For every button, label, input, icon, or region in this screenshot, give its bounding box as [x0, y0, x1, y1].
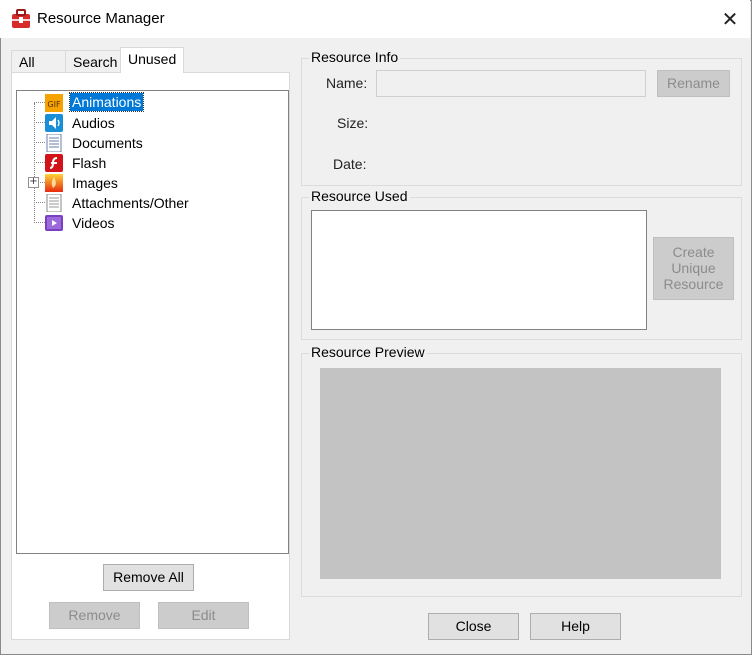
tree-connector — [34, 162, 45, 163]
tree-connector — [34, 103, 35, 223]
remove-button[interactable]: Remove — [49, 602, 140, 629]
tree-item-documents[interactable]: Documents — [45, 133, 265, 153]
tree-connector — [34, 202, 45, 203]
name-field[interactable] — [376, 70, 646, 97]
video-icon — [45, 215, 63, 231]
tree-item-label: Flash — [72, 155, 107, 171]
tree-connector — [34, 142, 45, 143]
tree-connector — [34, 122, 45, 123]
date-label: Date: — [333, 156, 367, 172]
attachment-icon — [46, 194, 62, 212]
resource-info-title: Resource Info — [309, 49, 401, 65]
flash-icon — [45, 154, 63, 172]
tree-item-label: Documents — [72, 135, 143, 151]
tree-item-label: Attachments/Other — [72, 195, 189, 211]
resource-preview-title: Resource Preview — [309, 344, 427, 360]
tree-connector — [34, 222, 45, 223]
create-button-line: Resource — [663, 276, 724, 292]
name-label: Name: — [326, 75, 368, 91]
size-label: Size: — [337, 115, 369, 131]
close-button[interactable]: Close — [428, 613, 519, 640]
resource-used-list[interactable] — [311, 210, 647, 330]
create-button-line: Create — [672, 244, 715, 260]
create-unique-resource-button[interactable]: Create Unique Resource — [653, 237, 734, 300]
edit-button[interactable]: Edit — [158, 602, 249, 629]
remove-all-button[interactable]: Remove All — [103, 564, 194, 591]
toolbox-icon — [12, 9, 30, 28]
document-icon — [46, 134, 62, 152]
image-icon — [45, 174, 63, 192]
help-button[interactable]: Help — [530, 613, 621, 640]
tree-item-label: Animations — [68, 92, 145, 112]
tree-item-videos[interactable]: Videos — [45, 213, 265, 233]
tab-unused[interactable]: Unused — [120, 47, 184, 73]
window-title: Resource Manager — [37, 10, 165, 27]
tree-item-label: Images — [72, 175, 118, 191]
tree-connector — [38, 182, 45, 183]
tree-item-attachments-other[interactable]: Attachments/Other — [45, 193, 265, 213]
close-icon[interactable]: ✕ — [719, 8, 741, 30]
rename-button[interactable]: Rename — [657, 70, 730, 97]
speaker-icon — [45, 114, 63, 132]
tree-connector — [34, 102, 45, 103]
tree-item-audios[interactable]: Audios — [45, 113, 265, 133]
gif-icon: GIF — [45, 94, 63, 112]
tree-item-label: Videos — [72, 215, 115, 231]
tab-search[interactable]: Search — [65, 50, 121, 72]
create-button-line: Unique — [671, 260, 716, 276]
resource-used-title: Resource Used — [309, 188, 410, 204]
tree-item-animations[interactable]: GIF Animations — [45, 92, 265, 113]
tree-item-images[interactable]: Images — [45, 173, 265, 193]
expand-icon[interactable]: + — [28, 177, 39, 188]
tree-item-label: Audios — [72, 115, 115, 131]
gif-icon-text: GIF — [47, 100, 61, 109]
tab-all[interactable]: All — [11, 50, 66, 72]
tree-item-flash[interactable]: Flash — [45, 153, 265, 173]
resource-preview-area — [320, 368, 721, 579]
